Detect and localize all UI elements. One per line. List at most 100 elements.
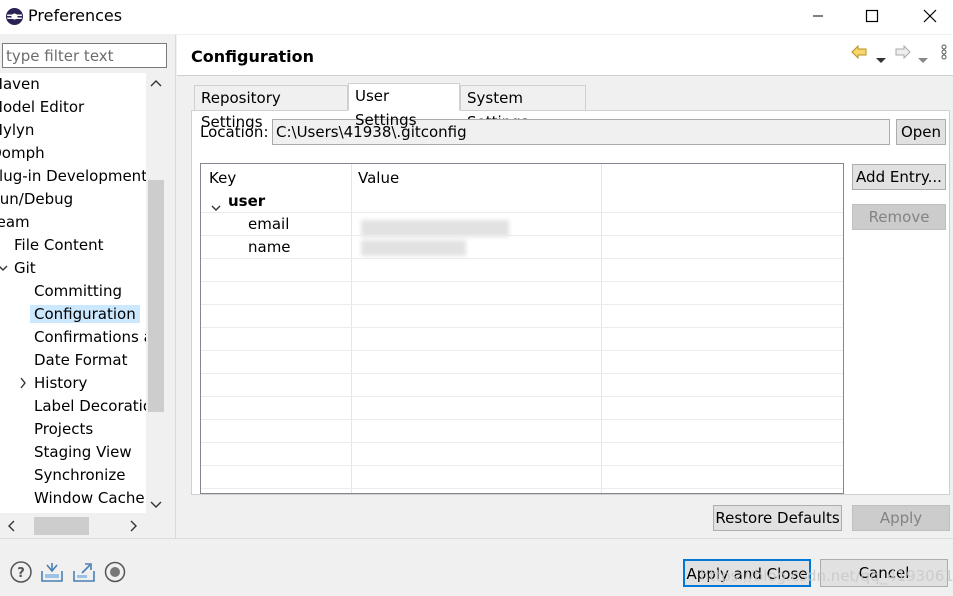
back-arrow-icon	[851, 44, 867, 60]
tab-user-settings[interactable]: User Settings	[348, 83, 460, 129]
tree-horizontal-scroll-thumb[interactable]	[34, 517, 89, 535]
row-divider	[201, 327, 843, 328]
apply-button[interactable]: Apply	[852, 505, 950, 531]
minimize-icon	[813, 15, 823, 17]
tree-item-model-editor[interactable]: Model Editor	[0, 96, 84, 118]
tree-item-label: Date Format	[34, 351, 128, 369]
tree-item-git[interactable]: Git	[0, 257, 36, 279]
add-entry-button[interactable]: Add Entry...	[852, 164, 946, 190]
tree-item-window-cache[interactable]: Window Cache	[34, 487, 145, 509]
page-title: Configuration	[191, 47, 315, 66]
column-divider	[601, 164, 602, 493]
tree-item-label: Plug-in Development	[0, 167, 146, 185]
dropdown-arrow-icon	[918, 58, 928, 63]
maximize-icon	[865, 9, 879, 23]
tree-item-mylyn[interactable]: Mylyn	[0, 119, 34, 141]
row-divider	[201, 396, 843, 397]
scroll-down-icon	[150, 501, 162, 508]
tree-item-label-decorations[interactable]: Label Decorations	[34, 395, 146, 417]
back-button[interactable]	[851, 44, 867, 63]
tree-item-plug-in-development[interactable]: Plug-in Development	[0, 165, 146, 187]
chevron-down-icon[interactable]	[211, 198, 221, 216]
restore-defaults-button[interactable]: Restore Defaults	[713, 505, 842, 531]
sash-divider[interactable]	[175, 35, 176, 538]
config-table[interactable]: Key Value user email name	[200, 163, 844, 494]
more-vertical-icon	[941, 44, 947, 60]
forward-arrow-icon	[895, 44, 911, 60]
row-divider	[201, 212, 843, 213]
tree-item-history[interactable]: History	[20, 372, 87, 394]
tree-item-label: Model Editor	[0, 98, 85, 116]
bottom-divider	[0, 538, 953, 539]
row-divider	[201, 258, 843, 259]
preferences-tree: Maven Model Editor Mylyn Oomph Plug-in Devel…	[0, 73, 146, 513]
dropdown-arrow-icon	[876, 58, 886, 63]
tree-item-label: Maven	[0, 75, 40, 93]
watermark-text: https://blog.csdn.net/qq_41930617	[700, 567, 953, 585]
scroll-right-icon	[130, 520, 137, 532]
tree-item-label: Mylyn	[0, 121, 35, 139]
row-divider	[201, 465, 843, 466]
tree-item-staging-view[interactable]: Staging View	[34, 441, 132, 463]
tree-item-configuration[interactable]: Configuration	[30, 303, 140, 325]
tree-vertical-scroll-thumb[interactable]	[148, 180, 164, 412]
eclipse-app-icon	[6, 8, 23, 25]
open-button[interactable]: Open	[896, 119, 946, 145]
scroll-left-icon	[8, 520, 15, 532]
chevron-down-icon[interactable]	[0, 257, 8, 285]
tree-item-synchronize[interactable]: Synchronize	[34, 464, 125, 486]
back-history-dropdown[interactable]	[876, 50, 886, 68]
tree-item-label: Staging View	[34, 443, 132, 461]
scroll-up-icon	[150, 80, 162, 87]
tree-item-committing[interactable]: Committing	[34, 280, 122, 302]
tree-item-label: Label Decorations	[34, 397, 146, 415]
tree-item-label: Window Cache	[34, 489, 145, 507]
tree-item-projects[interactable]: Projects	[34, 418, 93, 440]
column-header-key[interactable]: Key	[209, 167, 236, 189]
location-label: Location:	[200, 123, 269, 141]
tree-item-date-format[interactable]: Date Format	[34, 349, 127, 371]
tree-item-label: Projects	[34, 420, 94, 438]
view-menu-button[interactable]	[941, 44, 947, 64]
tree-item-run-debug[interactable]: Run/Debug	[0, 188, 73, 210]
section-user[interactable]: user	[228, 190, 265, 212]
column-divider	[351, 164, 352, 493]
chevron-right-icon[interactable]	[18, 372, 28, 400]
tree-item-maven[interactable]: Maven	[0, 73, 40, 95]
remove-button[interactable]: Remove	[852, 204, 946, 230]
import-icon[interactable]	[40, 561, 63, 583]
entry-key-name[interactable]: name	[248, 236, 291, 258]
tree-item-label: Committing	[34, 282, 123, 300]
tree-item-label: Confirmations and Warnings	[34, 328, 146, 346]
tree-item-label: File Content	[14, 236, 104, 254]
tree-item-oomph[interactable]: Oomph	[0, 142, 45, 164]
row-divider	[201, 281, 843, 282]
window-title: Preferences	[28, 6, 123, 25]
forward-history-dropdown[interactable]	[918, 50, 928, 68]
tree-item-label: Run/Debug	[0, 190, 74, 208]
tree-item-label: Oomph	[0, 144, 45, 162]
tree-item-confirmations-and-warnings[interactable]: Confirmations and Warnings	[34, 326, 146, 348]
tree-item-file-content[interactable]: File Content	[14, 234, 104, 256]
forward-button[interactable]	[895, 44, 911, 63]
filter-input[interactable]	[2, 43, 167, 68]
record-icon[interactable]	[104, 561, 126, 583]
minimize-button[interactable]	[795, 0, 841, 32]
close-button[interactable]	[907, 0, 953, 32]
row-divider	[201, 419, 843, 420]
redacted-name-value[interactable]	[361, 240, 466, 256]
help-icon[interactable]: ?	[10, 561, 32, 583]
row-divider	[201, 350, 843, 351]
close-icon	[923, 9, 937, 23]
tab-system-settings[interactable]: System Settings	[460, 85, 586, 131]
export-icon[interactable]	[72, 561, 95, 583]
tree-item-team[interactable]: Team	[0, 211, 30, 233]
maximize-button[interactable]	[849, 0, 895, 32]
svg-text:?: ?	[17, 566, 25, 581]
tab-repository-settings[interactable]: Repository Settings	[194, 85, 348, 131]
tree-item-label: Configuration	[30, 305, 140, 323]
column-header-value[interactable]: Value	[358, 167, 399, 189]
tree-item-label: Team	[0, 213, 30, 231]
row-divider	[201, 488, 843, 489]
entry-key-email[interactable]: email	[248, 213, 289, 235]
